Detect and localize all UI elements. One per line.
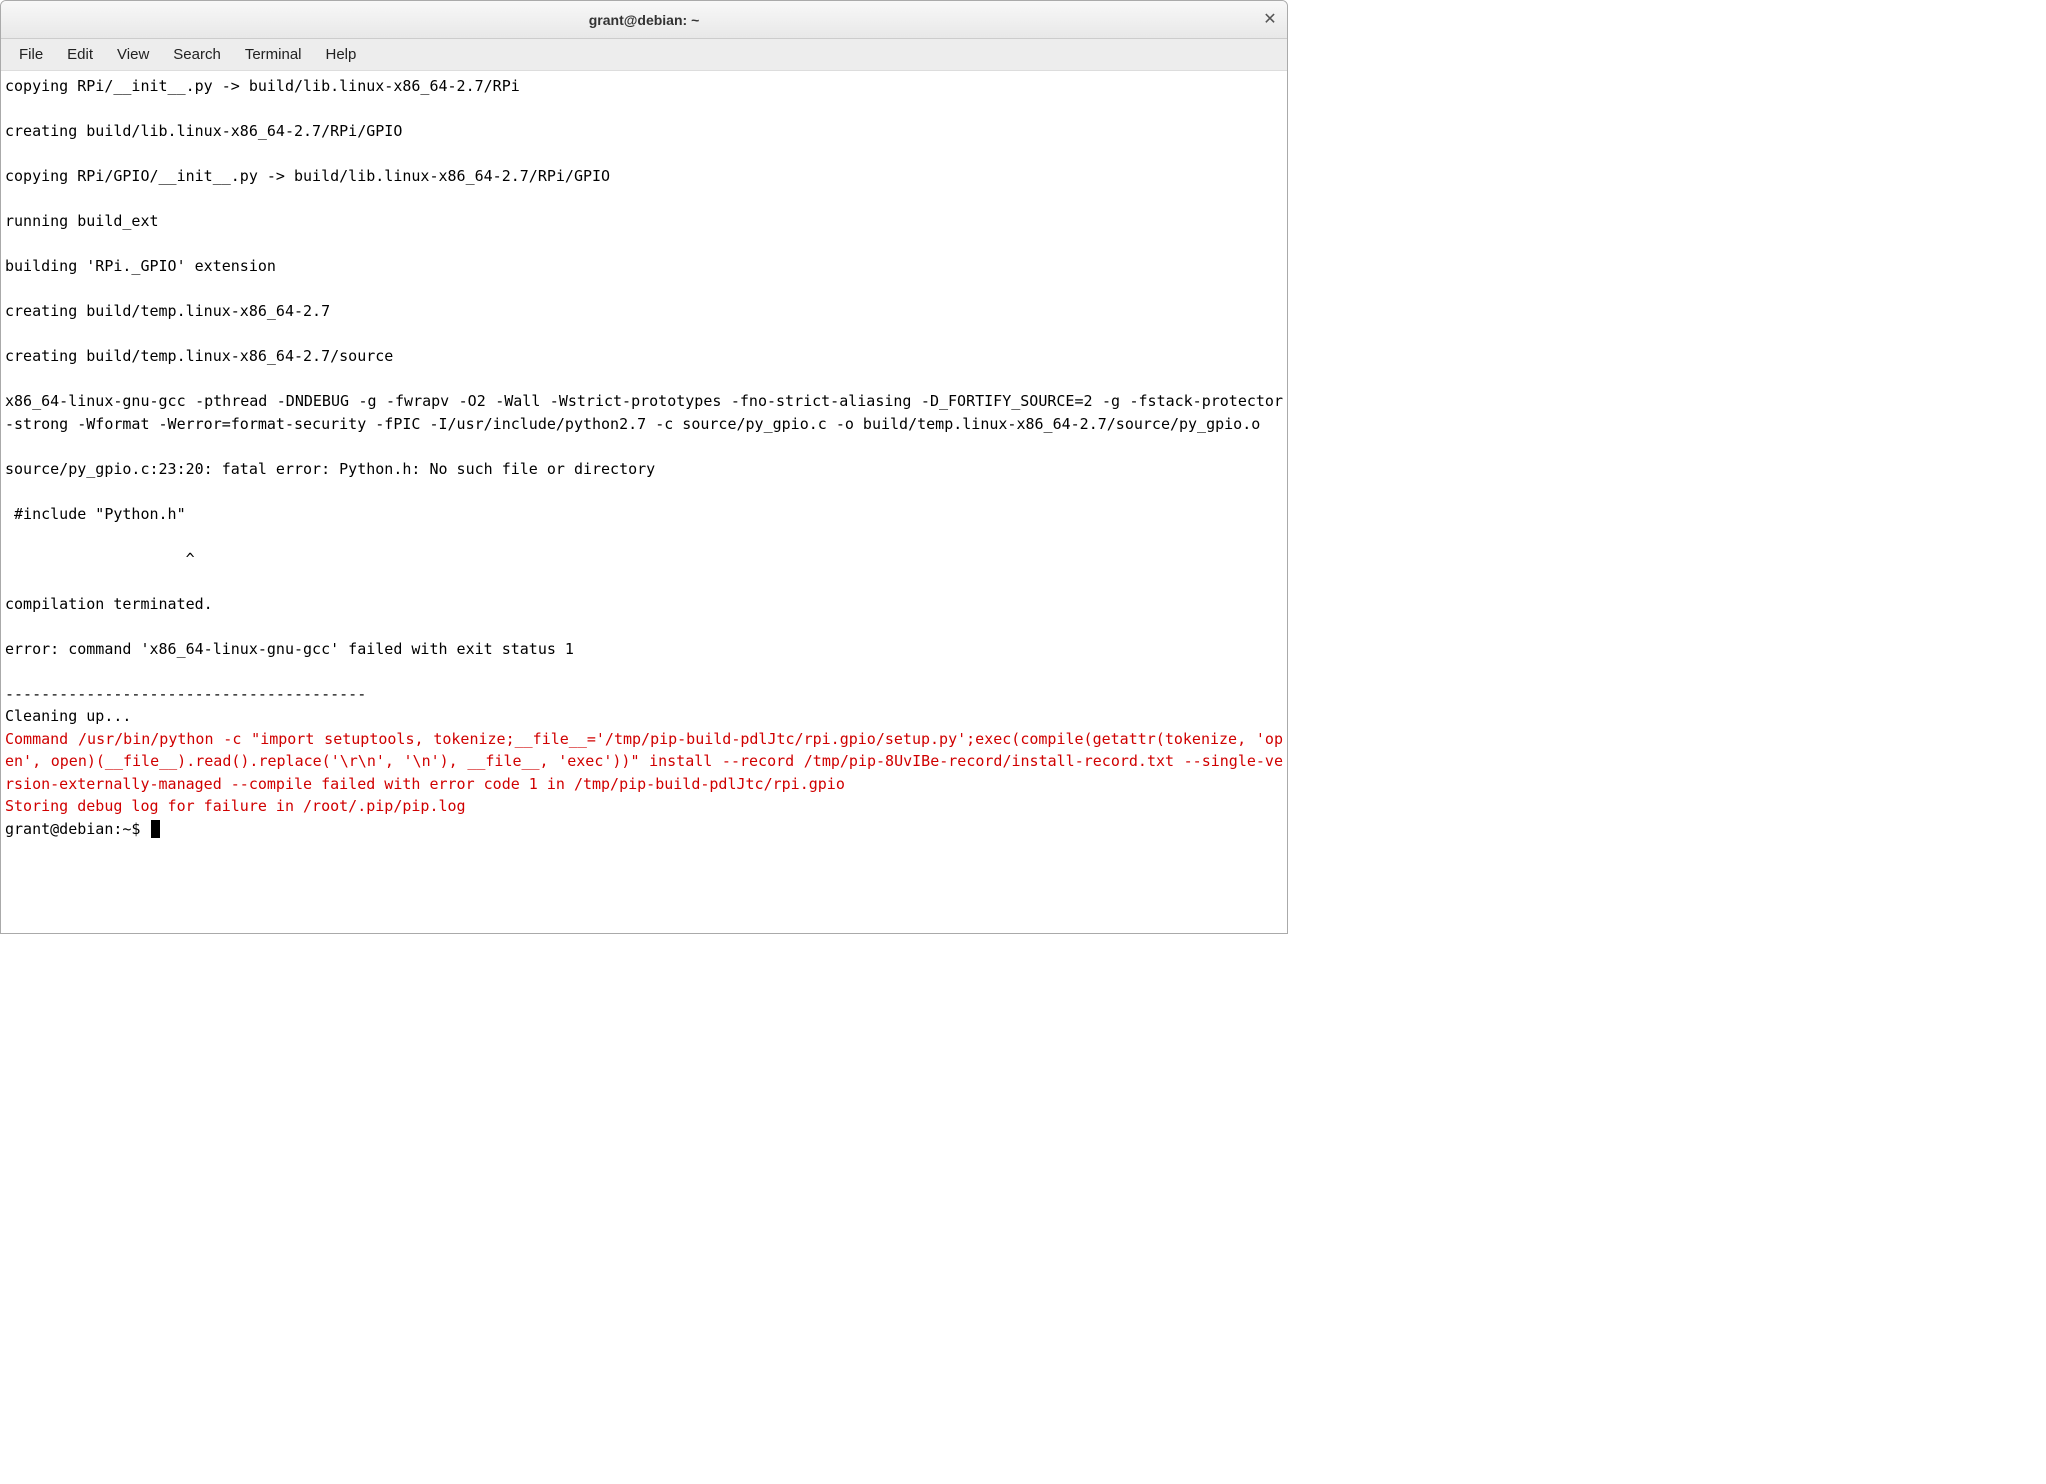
terminal-line: Cleaning up... (5, 705, 1283, 728)
terminal-line (5, 368, 1283, 391)
menubar: File Edit View Search Terminal Help (1, 39, 1287, 71)
terminal-line (5, 188, 1283, 211)
window-title: grant@debian: ~ (589, 12, 700, 28)
terminal-line: x86_64-linux-gnu-gcc -pthread -DNDEBUG -… (5, 390, 1283, 435)
terminal-line: source/py_gpio.c:23:20: fatal error: Pyt… (5, 458, 1283, 481)
terminal-prompt[interactable]: grant@debian:~$ (5, 818, 1283, 841)
menu-file[interactable]: File (7, 42, 55, 67)
menu-search[interactable]: Search (161, 42, 233, 67)
terminal-line (5, 435, 1283, 458)
terminal-line (5, 570, 1283, 593)
menu-help[interactable]: Help (314, 42, 369, 67)
terminal-window: grant@debian: ~ ✕ File Edit View Search … (0, 0, 1288, 934)
terminal-line: creating build/temp.linux-x86_64-2.7/sou… (5, 345, 1283, 368)
terminal-line: building 'RPi._GPIO' extension (5, 255, 1283, 278)
terminal-line: ^ (5, 548, 1283, 571)
terminal-output[interactable]: copying RPi/__init__.py -> build/lib.lin… (1, 71, 1287, 933)
terminal-line (5, 98, 1283, 121)
terminal-line: copying RPi/GPIO/__init__.py -> build/li… (5, 165, 1283, 188)
terminal-line: Storing debug log for failure in /root/.… (5, 795, 1283, 818)
terminal-line (5, 615, 1283, 638)
terminal-line: creating build/temp.linux-x86_64-2.7 (5, 300, 1283, 323)
terminal-line (5, 143, 1283, 166)
terminal-line: error: command 'x86_64-linux-gnu-gcc' fa… (5, 638, 1283, 661)
menu-edit[interactable]: Edit (55, 42, 105, 67)
terminal-line: creating build/lib.linux-x86_64-2.7/RPi/… (5, 120, 1283, 143)
menu-terminal[interactable]: Terminal (233, 42, 314, 67)
terminal-line (5, 323, 1283, 346)
menu-view[interactable]: View (105, 42, 161, 67)
terminal-line: #include "Python.h" (5, 503, 1283, 526)
terminal-line (5, 525, 1283, 548)
titlebar: grant@debian: ~ ✕ (1, 1, 1287, 39)
terminal-line: compilation terminated. (5, 593, 1283, 616)
close-icon[interactable]: ✕ (1263, 13, 1277, 27)
terminal-line: copying RPi/__init__.py -> build/lib.lin… (5, 75, 1283, 98)
terminal-line: running build_ext (5, 210, 1283, 233)
terminal-line (5, 233, 1283, 256)
terminal-line (5, 278, 1283, 301)
terminal-line (5, 480, 1283, 503)
terminal-line (5, 660, 1283, 683)
cursor-icon (151, 820, 160, 838)
terminal-line: Command /usr/bin/python -c "import setup… (5, 728, 1283, 796)
terminal-line: ---------------------------------------- (5, 683, 1283, 706)
